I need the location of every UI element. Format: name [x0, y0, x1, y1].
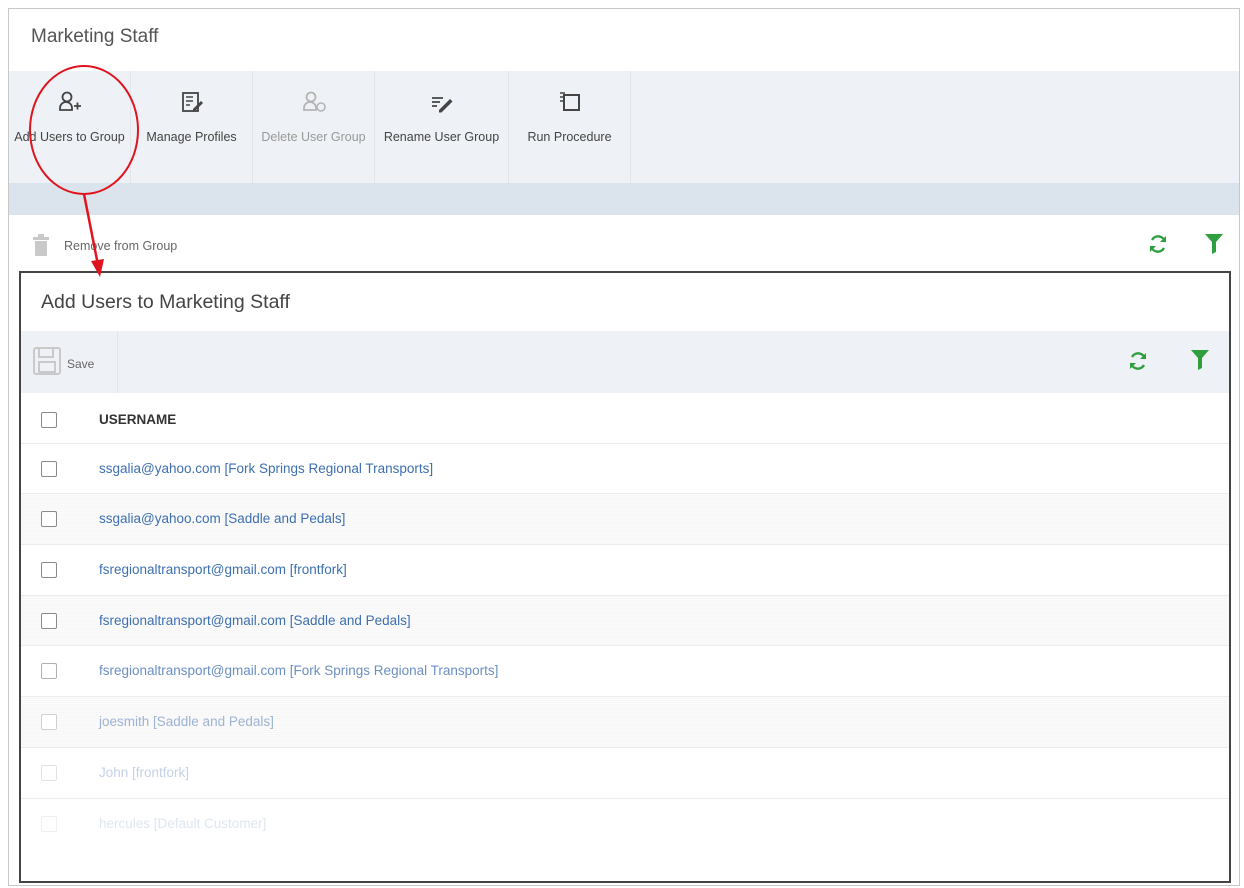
row-checkbox[interactable]: [41, 460, 57, 477]
table-row[interactable]: fsregionaltransport@gmail.com [frontfork…: [21, 545, 1229, 596]
add-users-dialog: Add Users to Marketing Staff Save USERNA…: [19, 271, 1231, 883]
refresh-icon[interactable]: [1147, 233, 1169, 260]
table-header-row: USERNAME: [21, 393, 1229, 444]
filter-icon[interactable]: [1205, 234, 1223, 259]
run-procedure-label: Run Procedure: [527, 130, 612, 144]
table-row[interactable]: hercules [Default Customer]: [21, 799, 1229, 850]
toolbar-separator: [117, 331, 118, 393]
manage-profiles-label: Manage Profiles: [146, 130, 237, 144]
remove-action-row: Remove from Group: [9, 223, 1239, 265]
main-panel: Marketing Staff Add Users to Group Manag…: [8, 8, 1240, 886]
delete-user-group-label: Delete User Group: [261, 130, 366, 144]
row-checkbox[interactable]: [41, 612, 57, 629]
remove-from-group-button[interactable]: Remove from Group: [64, 239, 177, 253]
rename-pen-icon: [427, 87, 457, 117]
username-cell: joesmith [Saddle and Pedals]: [99, 714, 274, 730]
edit-profile-icon: [177, 87, 207, 117]
rename-user-group-label: Rename User Group: [383, 130, 500, 144]
username-cell: fsregionaltransport@gmail.com [frontfork…: [99, 562, 347, 578]
run-procedure-button[interactable]: Run Procedure: [509, 71, 631, 183]
dialog-filter-icon[interactable]: [1191, 350, 1209, 375]
add-users-to-group-button[interactable]: Add Users to Group: [9, 71, 131, 183]
table-row[interactable]: ssgalia@yahoo.com [Saddle and Pedals]: [21, 494, 1229, 546]
add-users-to-group-label: Add Users to Group: [14, 130, 125, 144]
delete-group-icon: [299, 87, 329, 117]
row-checkbox[interactable]: [41, 764, 57, 781]
username-cell: ssgalia@yahoo.com [Saddle and Pedals]: [99, 511, 346, 527]
save-button[interactable]: Save: [31, 345, 94, 382]
toolbar: Add Users to Group Manage Profiles Delet…: [9, 71, 1239, 183]
table-row[interactable]: John [frontfork]: [21, 748, 1229, 799]
page-title: Marketing Staff: [31, 26, 159, 47]
row-checkbox[interactable]: [41, 663, 57, 680]
username-column-header: USERNAME: [99, 412, 177, 427]
manage-profiles-button[interactable]: Manage Profiles: [131, 71, 253, 183]
toolbar-divider-strip: [9, 183, 1239, 215]
save-label: Save: [67, 356, 95, 371]
table-row[interactable]: ssgalia@yahoo.com [Fork Springs Regional…: [21, 444, 1229, 495]
trash-icon: [31, 234, 51, 261]
row-checkbox[interactable]: [41, 714, 57, 731]
dialog-title: Add Users to Marketing Staff: [41, 291, 290, 313]
delete-user-group-button[interactable]: Delete User Group: [253, 71, 375, 183]
username-cell: ssgalia@yahoo.com [Fork Springs Regional…: [99, 460, 434, 476]
row-checkbox[interactable]: [41, 511, 57, 528]
rename-user-group-button[interactable]: Rename User Group: [375, 71, 509, 183]
table-row[interactable]: fsregionaltransport@gmail.com [Saddle an…: [21, 595, 1229, 647]
username-cell: hercules [Default Customer]: [99, 815, 267, 831]
add-user-icon: [55, 87, 85, 117]
table-row[interactable]: joesmith [Saddle and Pedals]: [21, 697, 1229, 748]
row-checkbox[interactable]: [41, 815, 57, 832]
username-cell: John [frontfork]: [99, 764, 190, 780]
table-row[interactable]: fsregionaltransport@gmail.com [Fork Spri…: [21, 646, 1229, 698]
dialog-toolbar: Save: [21, 331, 1229, 393]
username-cell: fsregionaltransport@gmail.com [Fork Spri…: [99, 663, 499, 679]
row-checkbox[interactable]: [41, 562, 57, 579]
save-disk-icon: [31, 345, 63, 382]
username-cell: fsregionaltransport@gmail.com [Saddle an…: [99, 612, 411, 628]
users-table: USERNAME ssgalia@yahoo.com [Fork Springs…: [21, 393, 1229, 849]
dialog-refresh-icon[interactable]: [1127, 350, 1149, 377]
run-procedure-icon: [555, 87, 585, 117]
select-all-checkbox[interactable]: [41, 412, 57, 428]
